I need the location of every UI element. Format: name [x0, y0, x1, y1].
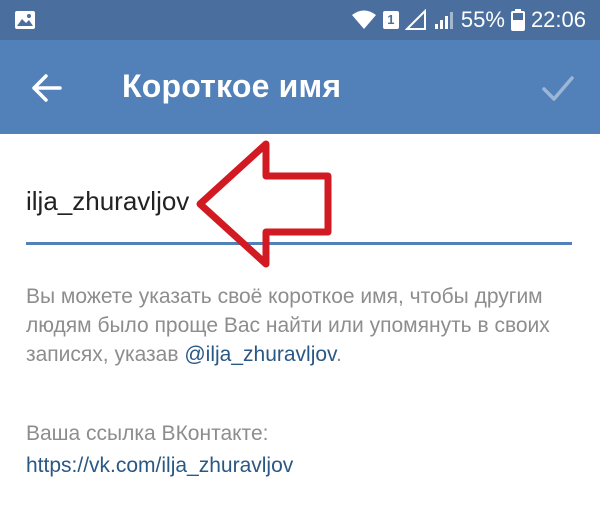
hint-suffix: .: [336, 343, 342, 366]
battery-icon: [510, 9, 525, 31]
arrow-left-icon: [32, 74, 62, 102]
back-button[interactable]: [22, 64, 70, 112]
signal-icon: [404, 9, 426, 30]
signal-icon: [434, 12, 453, 29]
status-bar: 1 55% 22:06: [0, 0, 600, 40]
page-title: Короткое имя: [122, 68, 342, 104]
shortname-field: [26, 176, 572, 245]
app-bar: Короткое имя: [0, 40, 600, 134]
vk-link-label: Ваша ссылка ВКонтакте:: [26, 422, 269, 445]
vk-link[interactable]: https://vk.com/ilja_zhuravljov: [26, 454, 293, 478]
wifi-icon: [351, 10, 376, 29]
status-icons: 1 55% 22:06: [351, 0, 586, 40]
battery-percent: 55%: [460, 7, 505, 32]
hint-text: Вы можете указать своё короткое имя, что…: [26, 282, 566, 369]
sim-icon: 1: [382, 11, 399, 29]
content: Вы можете указать своё короткое имя, что…: [0, 134, 600, 513]
save-button[interactable]: [534, 64, 582, 112]
check-icon: [542, 76, 574, 101]
mention-link[interactable]: @ilja_zhuravljov: [184, 343, 336, 366]
clock: 22:06: [530, 7, 586, 32]
shortname-input[interactable]: [26, 176, 572, 217]
image-icon: [15, 11, 35, 29]
